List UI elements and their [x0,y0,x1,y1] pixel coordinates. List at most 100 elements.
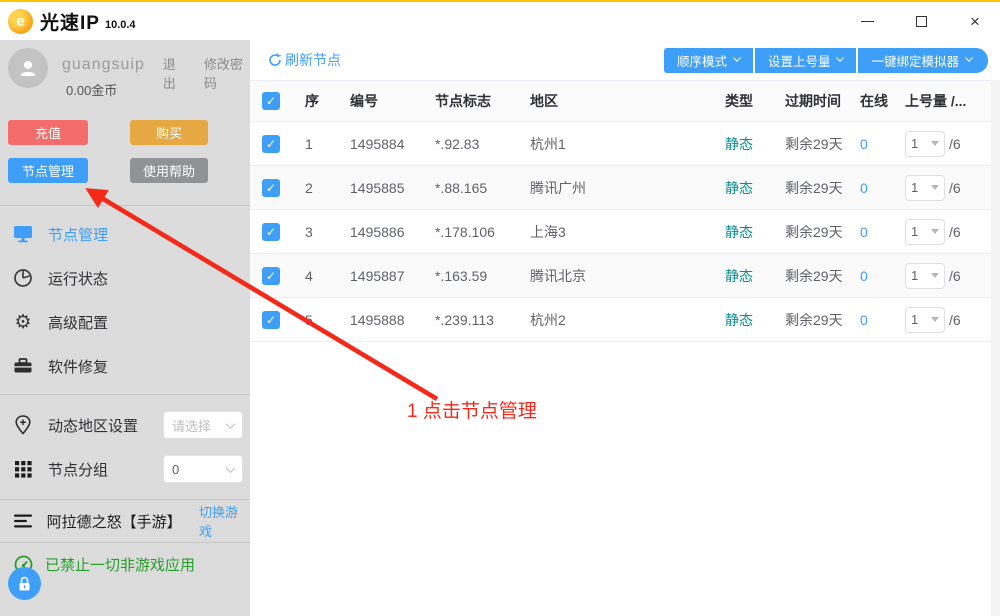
recharge-button[interactable]: 充值 [8,120,88,145]
region-select-value: 请选择 [172,416,227,435]
set-login-count-dropdown[interactable]: 设置上号量 [755,48,857,73]
slots-select[interactable]: 1 [905,131,945,157]
maximize-button[interactable] [910,10,932,32]
monitor-icon [13,224,33,244]
table-row: ✓ 3 1495886 *.178.106 上海3 静态 剩余29天 0 1 /… [250,210,1000,254]
title-bar: e 光速IP 10.0.4 × [0,2,1000,40]
table-header: ✓ 序 编号 节点标志 地区 类型 过期时间 在线 上号量 /... [250,80,1000,122]
row-id: 1495886 [350,224,435,240]
close-button[interactable]: × [964,10,986,32]
caret-down-icon [931,273,939,278]
row-node-mark: *.163.59 [435,268,530,284]
row-checkbox[interactable]: ✓ [262,311,280,329]
location-plus-icon [13,415,33,435]
row-online-count: 0 [860,136,905,152]
app-version: 10.0.4 [105,19,136,31]
node-manage-button[interactable]: 节点管理 [8,158,88,183]
sidebar-item-node-manage[interactable]: 节点管理 [0,212,250,256]
header-online: 在线 [860,91,905,111]
row-expire: 剩余29天 [785,222,860,242]
row-region: 腾讯北京 [530,266,725,286]
row-node-mark: *.92.83 [435,136,530,152]
row-checkbox[interactable]: ✓ [262,179,280,197]
bind-emulator-dropdown[interactable]: 一键绑定模拟器 [858,48,988,73]
row-id: 1495888 [350,312,435,328]
region-select[interactable]: 请选择 [163,411,243,439]
row-id: 1495887 [350,268,435,284]
row-type-badge: 静态 [725,134,785,154]
caret-down-icon [931,141,939,146]
row-seq: 5 [305,312,350,328]
avatar [8,48,48,88]
table-toolbar: 刷新节点 顺序模式 设置上号量 一键绑定模拟器 [250,40,1000,80]
row-seq: 2 [305,180,350,196]
row-region: 杭州2 [530,310,725,330]
caret-down-icon [931,229,939,234]
header-id: 编号 [350,91,435,111]
row-expire: 剩余29天 [785,310,860,330]
toolbox-icon [13,356,33,376]
row-id: 1495884 [350,136,435,152]
scrollbar-track[interactable] [991,80,1000,616]
row-seq: 4 [305,268,350,284]
node-group-select[interactable]: 0 [163,455,243,483]
sidebar-item-label: 节点管理 [48,224,108,245]
select-all-checkbox[interactable]: ✓ [262,92,280,110]
help-button[interactable]: 使用帮助 [130,158,208,183]
header-seq: 序 [305,91,350,111]
row-checkbox[interactable]: ✓ [262,223,280,241]
app-logo-icon: e [8,9,33,34]
row-online-count: 0 [860,268,905,284]
main-panel: 刷新节点 顺序模式 设置上号量 一键绑定模拟器 ✓ 序 编号 节点标志 地区 类… [250,40,1000,616]
minimize-button[interactable] [856,10,878,32]
slots-select[interactable]: 1 [905,175,945,201]
slots-select[interactable]: 1 [905,307,945,333]
chevron-down-icon [226,419,236,429]
table-row: ✓ 1 1495884 *.92.83 杭州1 静态 剩余29天 0 1 /6 [250,122,1000,166]
row-type-badge: 静态 [725,178,785,198]
slots-select[interactable]: 1 [905,263,945,289]
slots-total: /6 [949,268,961,284]
order-mode-dropdown[interactable]: 顺序模式 [664,48,753,73]
chevron-down-icon [965,53,973,61]
row-seq: 3 [305,224,350,240]
row-node-mark: *.88.165 [435,180,530,196]
lock-button[interactable] [8,567,41,600]
header-expire: 过期时间 [785,91,860,111]
row-checkbox[interactable]: ✓ [262,267,280,285]
switch-game-link[interactable]: 切换游戏 [199,502,250,540]
row-type-badge: 静态 [725,266,785,286]
header-mark: 节点标志 [435,91,530,111]
caret-down-icon [931,317,939,322]
row-type-badge: 静态 [725,222,785,242]
sidebar-item-advanced-config[interactable]: ⚙ 高级配置 [0,300,250,344]
chevron-down-icon [836,53,844,61]
lock-icon [17,576,32,592]
row-expire: 剩余29天 [785,266,860,286]
refresh-nodes-button[interactable]: 刷新节点 [268,50,341,70]
gear-icon: ⚙ [13,312,33,332]
table-row: ✓ 2 1495885 *.88.165 腾讯广州 静态 剩余29天 0 1 /… [250,166,1000,210]
header-type: 类型 [725,91,785,111]
slots-total: /6 [949,180,961,196]
slots-total: /6 [949,224,961,240]
change-password-link[interactable]: 修改密码 [204,54,250,92]
slots-select[interactable]: 1 [905,219,945,245]
node-group-select-value: 0 [172,462,227,477]
app-title: 光速IP [40,8,100,35]
refresh-icon [268,53,282,67]
person-icon [17,57,39,79]
row-checkbox[interactable]: ✓ [262,135,280,153]
node-group-label: 节点分组 [48,459,108,480]
grid-icon [13,459,33,479]
sidebar-item-label: 运行状态 [48,268,108,289]
sidebar-item-software-repair[interactable]: 软件修复 [0,344,250,388]
buy-button[interactable]: 购买 [130,120,208,145]
sidebar-item-label: 软件修复 [48,356,108,377]
sidebar-item-run-status[interactable]: 运行状态 [0,256,250,300]
row-online-count: 0 [860,312,905,328]
logout-link[interactable]: 退出 [163,54,186,92]
row-online-count: 0 [860,180,905,196]
row-region: 杭州1 [530,134,725,154]
chevron-down-icon [226,463,236,473]
